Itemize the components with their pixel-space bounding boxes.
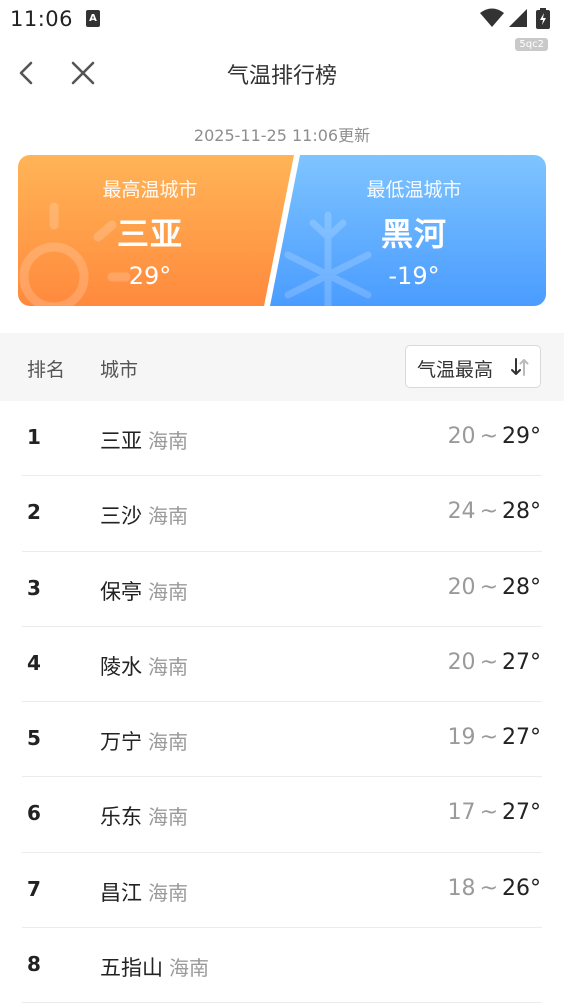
row-temp-low: 20 (447, 649, 476, 675)
table-row[interactable]: 8 五指山 海南 (0, 928, 564, 1004)
row-city: 三亚 海南 (100, 425, 188, 455)
row-temp-sep: ~ (479, 574, 498, 600)
row-temp-sep: ~ (479, 800, 498, 826)
row-temp-sep: ~ (479, 649, 498, 675)
row-temp-range (533, 951, 541, 976)
wifi-icon (480, 8, 504, 27)
table-row[interactable]: 1 三亚 海南 20 ~29° (0, 401, 564, 477)
row-city-name: 陵水 (100, 654, 142, 679)
row-temp-low: 20 (447, 574, 476, 600)
row-province: 海南 (148, 429, 188, 453)
table-row[interactable]: 7 昌江 海南 18 ~26° (0, 853, 564, 929)
lowest-city: 黑河 (380, 215, 447, 253)
row-city-name: 昌江 (100, 880, 142, 905)
extreme-temp-cards: 最高温城市 三亚 29° 最低温城市 黑河 -19° (18, 155, 546, 306)
column-header-rank: 排名 (27, 359, 66, 381)
row-temp-low: 18 (447, 875, 476, 901)
ranking-list: 1 三亚 海南 20 ~29° 2 三沙 海南 24 ~28° 3 保亭 海南 20 ~28… (0, 401, 564, 1004)
update-time: 2025-11-25 11:06更新 (193, 126, 371, 145)
row-temp-sep: ~ (479, 499, 498, 525)
row-city: 乐东 海南 (100, 801, 188, 831)
row-temp-high: 26° (502, 875, 541, 901)
row-temp-sep: ~ (479, 725, 498, 751)
table-row[interactable]: 6 乐东 海南 17 ~27° (0, 777, 564, 854)
row-province: 海南 (148, 504, 188, 529)
row-temp-high: 29° (502, 424, 541, 449)
row-rank: 5 (27, 726, 41, 751)
row-city-name: 乐东 (100, 805, 142, 830)
status-time: 11:06 (10, 7, 74, 31)
status-indicators (480, 8, 552, 29)
table-header: 排名 城市 气温最高 (0, 333, 564, 401)
row-city-name: 万宁 (100, 730, 142, 755)
row-city: 陵水 海南 (100, 651, 188, 681)
row-province: 海南 (148, 654, 188, 679)
lowest-temp: -19° (388, 262, 440, 290)
row-temp-range: 24 ~28° (448, 499, 541, 524)
table-row[interactable]: 3 保亭 海南 20 ~28° (0, 552, 564, 628)
status-bar: 11:06 A (0, 0, 564, 38)
row-city: 昌江 海南 (100, 877, 188, 907)
column-header-city: 城市 (100, 359, 139, 381)
row-temp-high: 28° (502, 499, 541, 525)
row-rank: 1 (27, 425, 41, 449)
row-province: 海南 (169, 956, 209, 981)
row-temp-range: 20 ~27° (448, 650, 541, 675)
row-province: 海南 (148, 880, 188, 905)
row-city: 五指山 海南 (100, 952, 209, 982)
highest-temp: 29° (128, 262, 172, 290)
sort-toggle-icon (511, 358, 529, 376)
row-temp-range: 18 ~26° (448, 876, 541, 901)
row-rank: 2 (27, 500, 41, 525)
sort-button[interactable]: 气温最高 (405, 345, 541, 388)
nav-bar: 气温排行榜 (0, 50, 564, 98)
row-rank: 4 (27, 650, 41, 675)
row-city: 三沙 海南 (100, 500, 188, 530)
battery-charging-icon (536, 8, 550, 29)
row-temp-high: 27° (502, 649, 541, 675)
highest-temp-card[interactable]: 最高温城市 三亚 29° (18, 155, 282, 306)
row-temp-range: 20 ~29° (448, 424, 541, 449)
lowest-label: 最低温城市 (366, 179, 462, 201)
row-rank: 6 (27, 801, 41, 826)
notification-a-icon: A (86, 10, 100, 27)
row-province: 海南 (148, 805, 188, 830)
row-temp-low: 17 (447, 800, 476, 826)
row-city: 保亭 海南 (100, 576, 188, 606)
table-row[interactable]: 4 陵水 海南 20 ~27° (0, 627, 564, 703)
row-temp-range: 19 ~27° (448, 725, 541, 750)
page-title: 气温排行榜 (226, 64, 337, 89)
highest-label: 最高温城市 (102, 179, 198, 201)
row-temp-high: 27° (502, 800, 541, 826)
row-temp-low: 24 (447, 499, 476, 525)
table-row[interactable]: 5 万宁 海南 19 ~27° (0, 702, 564, 778)
row-city-name: 三亚 (100, 429, 142, 453)
row-temp-sep: ~ (479, 424, 498, 449)
signal-icon (509, 9, 527, 27)
row-rank: 8 (27, 952, 41, 977)
row-temp-sep: ~ (479, 875, 498, 901)
row-temp-range: 17 ~27° (448, 800, 541, 825)
row-province: 海南 (148, 579, 188, 604)
table-row[interactable]: 2 三沙 海南 24 ~28° (0, 476, 564, 552)
row-city-name: 三沙 (100, 504, 142, 529)
row-temp-low: 20 (447, 424, 476, 449)
sort-label: 气温最高 (417, 359, 494, 381)
row-temp-range: 20 ~28° (448, 575, 541, 600)
row-temp-low: 19 (447, 725, 476, 751)
row-city-name: 五指山 (100, 956, 163, 981)
row-city-name: 保亭 (100, 579, 142, 604)
row-temp-high: 28° (502, 574, 541, 600)
row-rank: 7 (27, 876, 41, 901)
row-temp-high: 27° (502, 725, 541, 751)
row-rank: 3 (27, 575, 41, 600)
row-province: 海南 (148, 730, 188, 755)
lowest-temp-card[interactable]: 最低温城市 黑河 -19° (282, 155, 546, 306)
highest-city: 三亚 (116, 215, 183, 253)
row-city: 万宁 海南 (100, 726, 188, 756)
